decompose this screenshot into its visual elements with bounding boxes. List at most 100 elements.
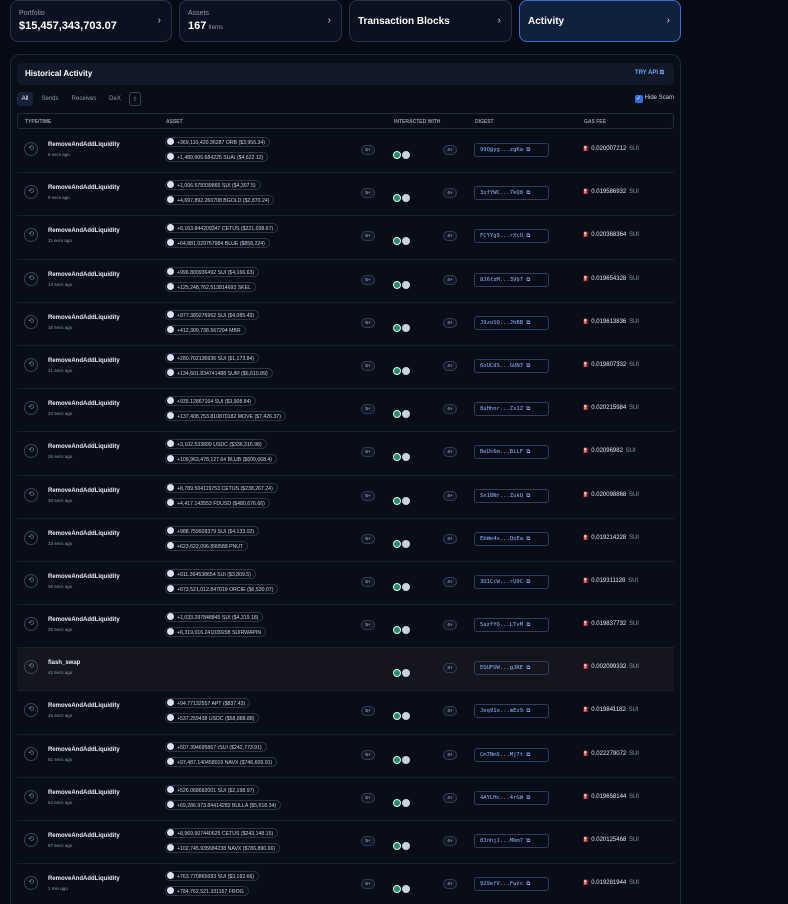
digest-link[interactable]: 6oUCdS...GUN7 ⧉ [474, 358, 549, 373]
more-assets-pill[interactable]: 5+ [361, 360, 375, 371]
try-api-link[interactable]: TRY API ⧉ [635, 70, 664, 77]
digest-link[interactable]: FCYYg9...rXcU ⧉ [474, 229, 549, 244]
filter-receives[interactable]: Receives [67, 92, 101, 106]
table-row[interactable]: ⟲ RemoveAndAddLiquidity 1 min ago +763.7708… [17, 864, 674, 904]
table-row[interactable]: ⟲ RemoveAndAddLiquidity 36 secs ago +911.36… [17, 562, 674, 606]
more-interactions-pill[interactable]: 4+ [443, 145, 457, 155]
asset-change[interactable]: +280.702136936 SUI ($1,173.84) [165, 352, 260, 363]
more-interactions-pill[interactable]: 4+ [443, 360, 457, 371]
more-interactions-pill[interactable]: 3+ [443, 663, 457, 674]
asset-change[interactable]: +526.068692001 SUI ($2,198.97) [165, 784, 260, 795]
digest-link[interactable]: 929efV...Fwzc ⧉ [474, 877, 549, 892]
asset-change[interactable]: +3,102.533899 USDC ($336,316.98) [165, 439, 267, 450]
more-interactions-pill[interactable]: 4+ [443, 749, 457, 760]
table-row[interactable]: ⟲ RemoveAndAddLiquidity 16 secs ago +977.38… [17, 303, 674, 346]
more-interactions-pill[interactable]: 4+ [443, 447, 457, 458]
asset-change[interactable]: +64,881.029757984 BLUE ($858,224) [165, 238, 270, 249]
assets-card[interactable]: Assets 167 Items › [179, 0, 342, 42]
asset-change[interactable]: +1,033.297848845 SUI ($4,319.18) [165, 612, 264, 623]
more-assets-pill[interactable]: 5+ [361, 879, 375, 890]
asset-change[interactable]: +8,969.507440625 CETUS ($243,148.15) [165, 828, 279, 838]
more-assets-pill[interactable]: 5+ [361, 749, 375, 760]
more-interactions-pill[interactable]: 4+ [443, 317, 457, 328]
table-row[interactable]: ⟲ RemoveAndAddLiquidity 14 secs ago +996.80… [17, 260, 674, 303]
digest-link[interactable]: 3xfYWC...7kQ8 ⧉ [474, 186, 549, 201]
interacted-with-icons[interactable] [393, 707, 411, 725]
asset-change[interactable]: +507.394695867 rSUI ($242,773.91) [165, 741, 267, 752]
digest-link[interactable]: 8J6tzM...3Vb7 ⧉ [474, 272, 549, 287]
filter-options-icon[interactable]: ◊ [129, 92, 141, 106]
digest-link[interactable]: 99Q@yg...zgKa ⧉ [474, 143, 549, 157]
more-assets-pill[interactable]: 5+ [361, 490, 375, 501]
asset-change[interactable]: +369,110,420.36287 ORB ($3,956.34) [165, 137, 271, 147]
asset-change[interactable]: +137,408,753.810870182 MOVE ($7,426.37) [165, 411, 286, 422]
table-row[interactable]: ⟲ RemoveAndAddLiquidity 30 secs ago +8,789.… [17, 476, 674, 519]
asset-change[interactable]: +8,789.504119753 CETUS ($238,267.24) [165, 482, 278, 493]
asset-change[interactable]: +1,006.578339865 SUI ($4,307.5) [165, 180, 261, 191]
more-assets-pill[interactable]: 5+ [361, 836, 375, 846]
digest-link[interactable]: 8uHhnr...Zs1Z ⧉ [474, 402, 549, 417]
more-assets-pill[interactable]: 5+ [361, 231, 375, 242]
table-row[interactable]: ⟲ RemoveAndAddLiquidity 9 secs ago +1,006.5… [17, 173, 674, 217]
table-row[interactable]: ⟲ RemoveAndAddLiquidity 11 secs ago +8,163.… [17, 216, 674, 260]
asset-change[interactable]: +4,697,892.260708 BGOLD ($2,870.24) [165, 195, 275, 206]
interacted-with-icons[interactable] [393, 751, 411, 769]
more-interactions-pill[interactable]: 4+ [443, 706, 457, 717]
asset-change[interactable]: +911.364538654 SUI ($3,809.5) [165, 568, 256, 579]
digest-link[interactable]: EbWe4x...QxEa ⧉ [474, 531, 549, 546]
more-interactions-pill[interactable]: 4+ [443, 490, 457, 501]
asset-change[interactable]: +102,745.935684238 NAVX ($786,890.66) [165, 843, 281, 853]
asset-change[interactable]: +673,521,012.847019 ORCIE ($6,530.07) [165, 583, 279, 594]
interacted-with-icons[interactable] [393, 232, 411, 250]
asset-change[interactable]: +763.770865683 SUI ($3,192.66) [165, 871, 260, 882]
asset-change[interactable]: +1,489,905.684225 SUAI ($4,622.12) [165, 152, 269, 162]
more-assets-pill[interactable]: 5+ [361, 620, 375, 631]
more-interactions-pill[interactable]: 4+ [443, 231, 457, 242]
hide-scam-toggle[interactable]: ✓ Hide Scam [634, 95, 674, 103]
digest-link[interactable]: Sn18Nr...ZukQ ⧉ [474, 488, 549, 503]
table-row[interactable]: ⟲ RemoveAndAddLiquidity 54 secs ago +526.06… [17, 778, 674, 821]
more-assets-pill[interactable]: 5+ [361, 576, 375, 587]
more-interactions-pill[interactable]: 4+ [443, 576, 457, 587]
digest-link[interactable]: 4AYLHc...4rGW ⧉ [474, 790, 549, 805]
more-assets-pill[interactable]: 5+ [361, 706, 375, 717]
filter-dex[interactable]: DeX [105, 92, 125, 106]
asset-change[interactable]: +996.800936492 SUI ($4,166.63) [165, 266, 260, 277]
interacted-with-icons[interactable] [393, 621, 411, 639]
asset-change[interactable]: +935.12867164 SUI ($3,908.84) [165, 396, 257, 407]
asset-change[interactable]: +6,319,016.241039298 SUIRWAPIN [165, 627, 267, 638]
table-row[interactable]: ⟲ RemoveAndAddLiquidity 51 secs ago +507.39… [17, 735, 674, 778]
more-assets-pill[interactable]: 5+ [361, 274, 375, 285]
more-interactions-pill[interactable]: 4+ [443, 533, 457, 544]
transaction-blocks-card[interactable]: Transaction Blocks › [349, 0, 512, 42]
digest-link[interactable]: Jeq91o...mEz9 ⧉ [474, 704, 549, 719]
asset-change[interactable]: +134,601.834741488 SUIP ($6,610.89) [165, 367, 273, 378]
asset-change[interactable]: +125,248,762.513814693 SKEL [165, 281, 256, 292]
digest-link[interactable]: 5azfYQ...LTvM ⧉ [474, 618, 549, 633]
table-row[interactable]: ⟲ flash_swap 42 secs ago 3+ EQUFUW...gJRE ⧉ ⛽… [17, 648, 674, 692]
table-row[interactable]: ⟲ RemoveAndAddLiquidity 57 secs ago +8,969.… [17, 821, 674, 865]
interacted-with-icons[interactable] [393, 362, 411, 380]
more-assets-pill[interactable]: 5+ [361, 188, 375, 199]
interacted-with-icons[interactable] [393, 837, 411, 855]
asset-change[interactable]: +988.759928379 SUI ($4,133.02) [165, 525, 260, 536]
interacted-with-icons[interactable] [393, 535, 411, 553]
more-assets-pill[interactable]: 5+ [361, 792, 375, 803]
table-row[interactable]: ⟲ RemoveAndAddLiquidity 6 secs ago +369,110… [17, 130, 674, 174]
more-interactions-pill[interactable]: 4+ [443, 404, 457, 415]
more-assets-pill[interactable]: 5+ [361, 404, 375, 415]
interacted-with-icons[interactable] [393, 880, 411, 898]
portfolio-card[interactable]: Portfolio $15,457,343,703.07 › [10, 0, 172, 42]
table-row[interactable]: ⟲ RemoveAndAddLiquidity 33 secs ago +988.75… [17, 519, 674, 562]
digest-link[interactable]: 8JnhjJ...Mkm7 ⧉ [474, 834, 549, 848]
table-row[interactable]: ⟲ RemoveAndAddLiquidity 39 secs ago +1,033.… [17, 605, 674, 649]
interacted-with-icons[interactable] [393, 578, 411, 596]
asset-change[interactable]: +537.259438 USDC ($58,888.88) [165, 713, 260, 724]
more-interactions-pill[interactable]: 4+ [443, 879, 457, 890]
interacted-with-icons[interactable] [393, 448, 411, 466]
asset-change[interactable]: +109,963,478,127.64 BLUB ($609,068.4) [165, 454, 278, 465]
activity-card[interactable]: Activity › [519, 0, 681, 42]
asset-change[interactable]: +8,163.844209347 CETUS ($221,038.67) [165, 223, 279, 234]
more-assets-pill[interactable]: 5+ [361, 447, 375, 458]
interacted-with-icons[interactable] [393, 664, 411, 682]
